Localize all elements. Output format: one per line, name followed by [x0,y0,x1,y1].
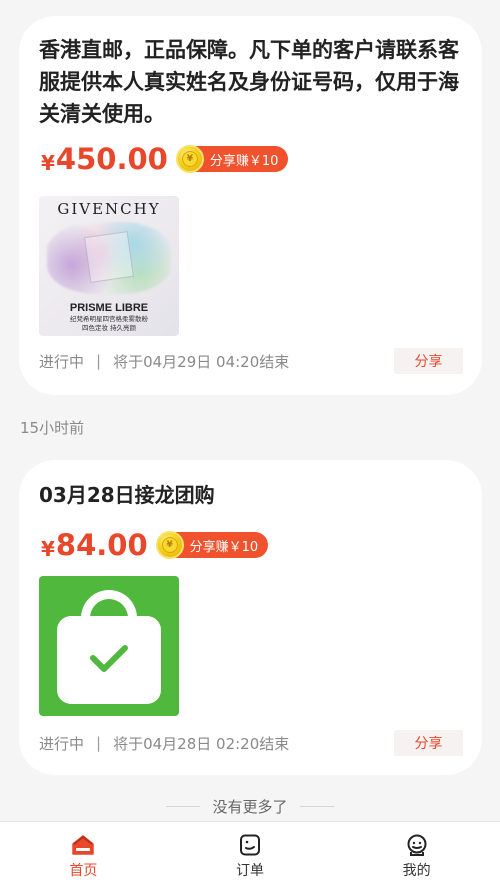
share-earn-badge[interactable]: ¥ 分享赚￥10 [175,145,289,173]
coin-icon: ¥ [175,145,204,173]
divider [299,806,334,807]
bottom-tab-bar: 首页 订单 我的 [0,821,500,882]
product-brand: GIVENCHY [57,200,161,218]
post-footer: 进行中 | 将于04月29日 04:20结束 分享 [39,348,463,374]
status-text: 进行中 [39,352,85,371]
price-row: ¥ 84.00 ¥ 分享赚￥10 [41,528,269,562]
share-button[interactable]: 分享 [394,730,463,756]
separator: | [96,352,102,370]
tab-label: 订单 [236,863,264,879]
post-card[interactable]: 香港直邮，正品保障。凡下单的客户请联系客服提供本人真实姓名及身份证号码，仅用于海… [19,16,482,395]
post-footer: 进行中 | 将于04月28日 02:20结束 分享 [39,730,463,756]
end-time: 将于04月29日 04:20结束 [113,352,290,371]
check-icon [90,645,128,672]
product-image[interactable] [39,576,179,716]
post-title: 03月28日接龙团购 [39,483,215,507]
post-card[interactable]: 03月28日接龙团购 ¥ 84.00 ¥ 分享赚￥10 进行中 | 将于04月2… [19,460,482,775]
time-ago: 15小时前 [20,419,85,437]
product-name: PRISME LIBRE [69,302,149,314]
share-earn-badge[interactable]: ¥ 分享赚￥10 [155,531,269,559]
status-text: 进行中 [39,734,85,753]
post-title: 香港直邮，正品保障。凡下单的客户请联系客服提供本人真实姓名及身份证号码，仅用于海… [39,38,459,126]
end-time: 将于04月28日 02:20结束 [113,734,290,753]
tab-label: 我的 [402,863,431,879]
tab-label: 首页 [69,863,98,879]
currency-symbol: ¥ [41,151,55,175]
share-earn-label: 分享赚￥10 [189,539,259,555]
tab-orders[interactable]: 订单 [167,822,334,882]
separator: | [96,734,102,752]
price-row: ¥ 450.00 ¥ 分享赚￥10 [41,142,289,176]
product-subtitle: 纪梵希明星四宫格柔雾散粉 四色定妆 持久亮颜 [70,315,148,332]
tab-home[interactable]: 首页 [0,822,167,882]
share-button[interactable]: 分享 [394,348,463,374]
tab-profile[interactable]: 我的 [333,822,500,882]
no-more-text: 没有更多了 [212,798,288,816]
profile-icon [407,834,427,856]
end-of-list: 没有更多了 [0,796,500,817]
coin-icon: ¥ [155,531,184,559]
share-earn-label: 分享赚￥10 [209,153,279,169]
home-icon [72,835,95,855]
product-image[interactable]: GIVENCHY PRISME LIBRE 纪梵希明星四宫格柔雾散粉 四色定妆 … [39,196,179,336]
divider [166,806,201,807]
powder-box-graphic [84,231,134,283]
order-icon [240,834,260,856]
currency-symbol: ¥ [41,537,55,561]
price: 84.00 [55,528,148,562]
price: 450.00 [55,142,168,176]
